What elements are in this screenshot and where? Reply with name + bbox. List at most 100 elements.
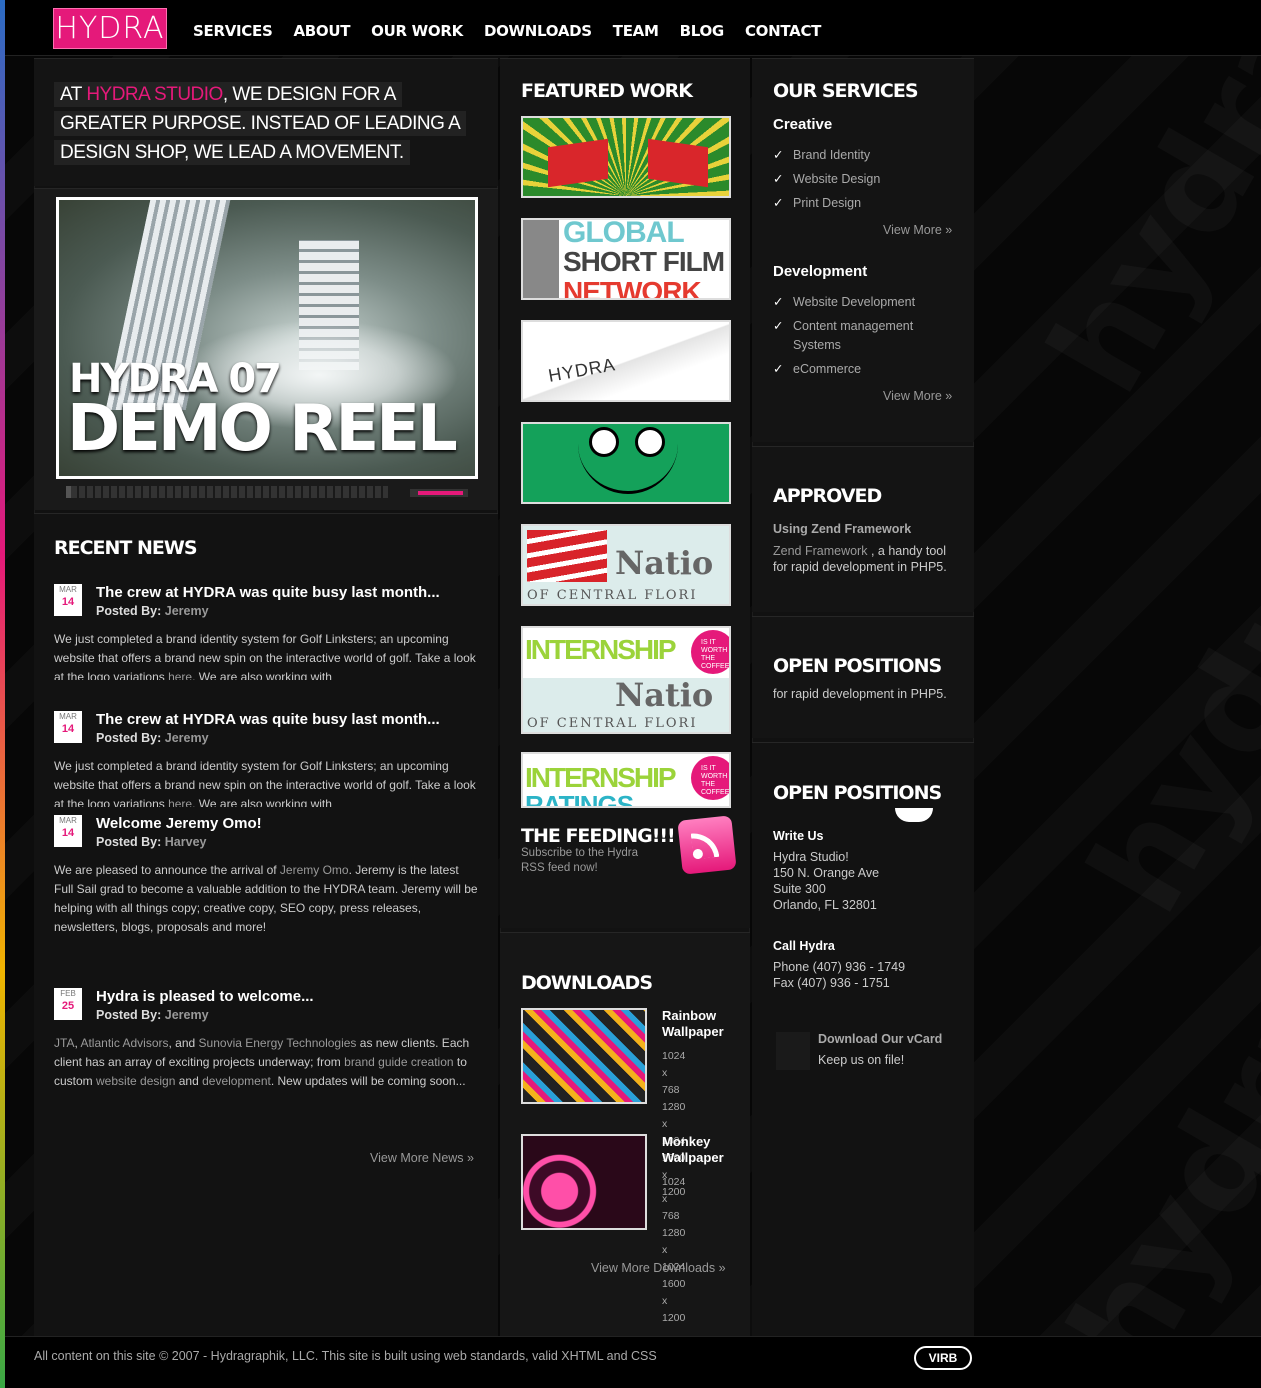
nav-team[interactable]: TEAM — [613, 22, 659, 40]
download-title[interactable]: Monkey Wallpaper — [662, 1134, 742, 1166]
date-badge: MAR 14 — [54, 711, 82, 743]
nav-services[interactable]: SERVICES — [193, 22, 273, 40]
nav-our-work[interactable]: OUR WORK — [371, 22, 463, 40]
featured-thumb-flags[interactable] — [521, 116, 731, 198]
news-body: We just completed a brand identity syste… — [54, 757, 479, 807]
address-line: Suite 300 — [773, 882, 826, 896]
service-item[interactable]: ✓ Brand Identity — [773, 143, 880, 167]
coffee-badge: IS IT WORTH THE COFFEE — [691, 756, 729, 800]
news-link[interactable]: Jeremy Omo — [280, 863, 349, 877]
featured-thumb-hydra-card[interactable]: HYDRA — [521, 320, 731, 402]
view-more-news-link[interactable]: View More News » — [370, 1151, 474, 1165]
open-positions-panel — [752, 616, 974, 738]
download-title[interactable]: Rainbow Wallpaper — [662, 1008, 742, 1040]
rss-icon[interactable] — [677, 815, 737, 875]
news-link[interactable]: website design — [96, 1074, 175, 1088]
news-text: . New updates will be coming soon... — [270, 1074, 466, 1088]
address-block: Hydra Studio! 150 N. Orange Ave Suite 30… — [773, 849, 879, 913]
news-link[interactable]: Sunovia Energy Technologies — [199, 1036, 357, 1050]
featured-thumb-internship[interactable]: INTERNSHIP IS IT WORTH THE COFFEE Natio … — [521, 626, 731, 734]
demo-reel-video[interactable]: HYDRA 07 DEMO REEL — [56, 197, 478, 479]
feeding-subtitle: Subscribe to the Hydra RSS feed now! — [521, 847, 638, 874]
news-link[interactable]: JTA — [54, 1036, 74, 1050]
coffee-badge: IS IT WORTH THE COFFEE — [691, 630, 729, 674]
red-flag — [648, 138, 708, 188]
service-item[interactable]: ✓ Print Design — [773, 191, 880, 215]
service-item[interactable]: ✓ Content management Systems — [773, 314, 958, 357]
film-reel-image — [523, 220, 559, 298]
news-link[interactable]: here — [168, 670, 192, 680]
check-icon: ✓ — [773, 362, 784, 376]
resolution-link[interactable]: 1024 x 768 — [662, 1048, 685, 1099]
vcard-icon[interactable] — [776, 1032, 810, 1070]
service-item[interactable]: ✓ Website Development — [773, 290, 958, 314]
date-day: 14 — [61, 723, 75, 735]
featured-thumb-national[interactable]: Natio OF CENTRAL FLORI — [521, 524, 731, 606]
hydra-logo[interactable]: HYDRA — [53, 8, 167, 49]
featured-thumb-smiley[interactable] — [521, 422, 731, 504]
news-byline: Posted By: Jeremy — [96, 1008, 209, 1022]
approved-body: Zend Framework , a handy tool for rapid … — [773, 543, 958, 575]
rss-arc — [690, 830, 720, 860]
thumb-text: Natio — [615, 676, 714, 714]
zend-link[interactable]: Zend Framework — [773, 544, 867, 558]
write-us-title: Write Us — [773, 829, 824, 843]
view-more-downloads-link[interactable]: View More Downloads » — [591, 1261, 726, 1275]
download-vcard-link[interactable]: Download Our vCard — [818, 1031, 942, 1047]
news-text: , and — [168, 1036, 199, 1050]
posted-label: Posted By: — [96, 731, 162, 745]
news-link[interactable]: brand guide creation — [344, 1055, 453, 1069]
news-body: JTA, Atlantic Advisors, and Sunovia Ener… — [54, 1034, 479, 1091]
news-title[interactable]: Hydra is pleased to welcome... — [96, 988, 314, 1005]
service-label: Website Design — [793, 172, 881, 186]
news-text: and — [175, 1074, 203, 1088]
news-link[interactable]: here — [168, 797, 192, 807]
resolution-link[interactable]: 1024 x 768 — [662, 1174, 685, 1225]
nav-about[interactable]: ABOUT — [293, 22, 350, 40]
news-link[interactable]: development — [202, 1074, 271, 1088]
virb-badge[interactable]: VIRB — [914, 1346, 972, 1370]
service-item[interactable]: ✓ Website Design — [773, 167, 880, 191]
site-footer: All content on this site © 2007 - Hydrag… — [5, 1336, 1261, 1388]
rainbow-wallpaper-thumb[interactable] — [521, 1008, 647, 1104]
news-author[interactable]: Jeremy — [165, 731, 209, 745]
news-item: FEB 25 Hydra is pleased to welcome... Pos… — [54, 988, 479, 1118]
color-stripe — [0, 0, 5, 1388]
news-author[interactable]: Jeremy — [165, 1008, 209, 1022]
volume-slider[interactable] — [410, 489, 468, 497]
news-title[interactable]: The crew at HYDRA was quite busy last mo… — [96, 711, 440, 728]
news-author[interactable]: Harvey — [165, 835, 207, 849]
nav-contact[interactable]: CONTACT — [745, 22, 821, 40]
downloads-heading: DOWNLOADS — [521, 972, 653, 994]
featured-thumb-global-short-film[interactable]: GLOBAL SHORT FILM NETWORK — [521, 218, 731, 300]
thumb-text: SHORT FILM — [563, 246, 725, 277]
thumb-text: OF CENTRAL FLORI — [527, 716, 698, 731]
red-flag — [548, 138, 608, 188]
date-day: 14 — [61, 827, 75, 839]
nav-blog[interactable]: BLOG — [680, 22, 725, 40]
nav-downloads[interactable]: DOWNLOADS — [484, 22, 592, 40]
news-title[interactable]: The crew at HYDRA was quite busy last mo… — [96, 584, 440, 601]
open-positions-heading: OPEN POSITIONS — [773, 655, 942, 677]
approved-title[interactable]: Using Zend Framework — [773, 521, 911, 537]
development-view-more-link[interactable]: View More » — [883, 389, 952, 403]
resolution-link[interactable]: 1600 x 1200 — [662, 1276, 685, 1327]
fax-text: Fax (407) 936 - 1751 — [773, 976, 890, 990]
featured-thumb-internship-2[interactable]: INTERNSHIP RATINGS IS IT WORTH THE COFFE… — [521, 752, 731, 808]
news-author[interactable]: Jeremy — [165, 604, 209, 618]
date-month: MAR — [59, 585, 77, 594]
date-month: MAR — [59, 712, 77, 721]
featured-work-heading: FEATURED WORK — [521, 80, 693, 102]
date-month: FEB — [60, 989, 76, 998]
service-item[interactable]: ✓ eCommerce — [773, 357, 958, 381]
service-label: Content management Systems — [793, 319, 914, 352]
date-day: 14 — [61, 596, 75, 608]
video-scrubber[interactable] — [66, 486, 388, 498]
news-title[interactable]: Welcome Jeremy Omo! — [96, 815, 262, 832]
download-item: Rainbow Wallpaper 1024 x 768 1280 x 1024… — [521, 1008, 724, 1198]
news-link[interactable]: Atlantic Advisors — [80, 1036, 168, 1050]
creative-subheading: Creative — [773, 116, 833, 133]
open-positions-ghost-text: for rapid development in PHP5. — [773, 687, 947, 701]
monkey-wallpaper-thumb[interactable] — [521, 1134, 647, 1230]
creative-view-more-link[interactable]: View More » — [883, 223, 952, 237]
